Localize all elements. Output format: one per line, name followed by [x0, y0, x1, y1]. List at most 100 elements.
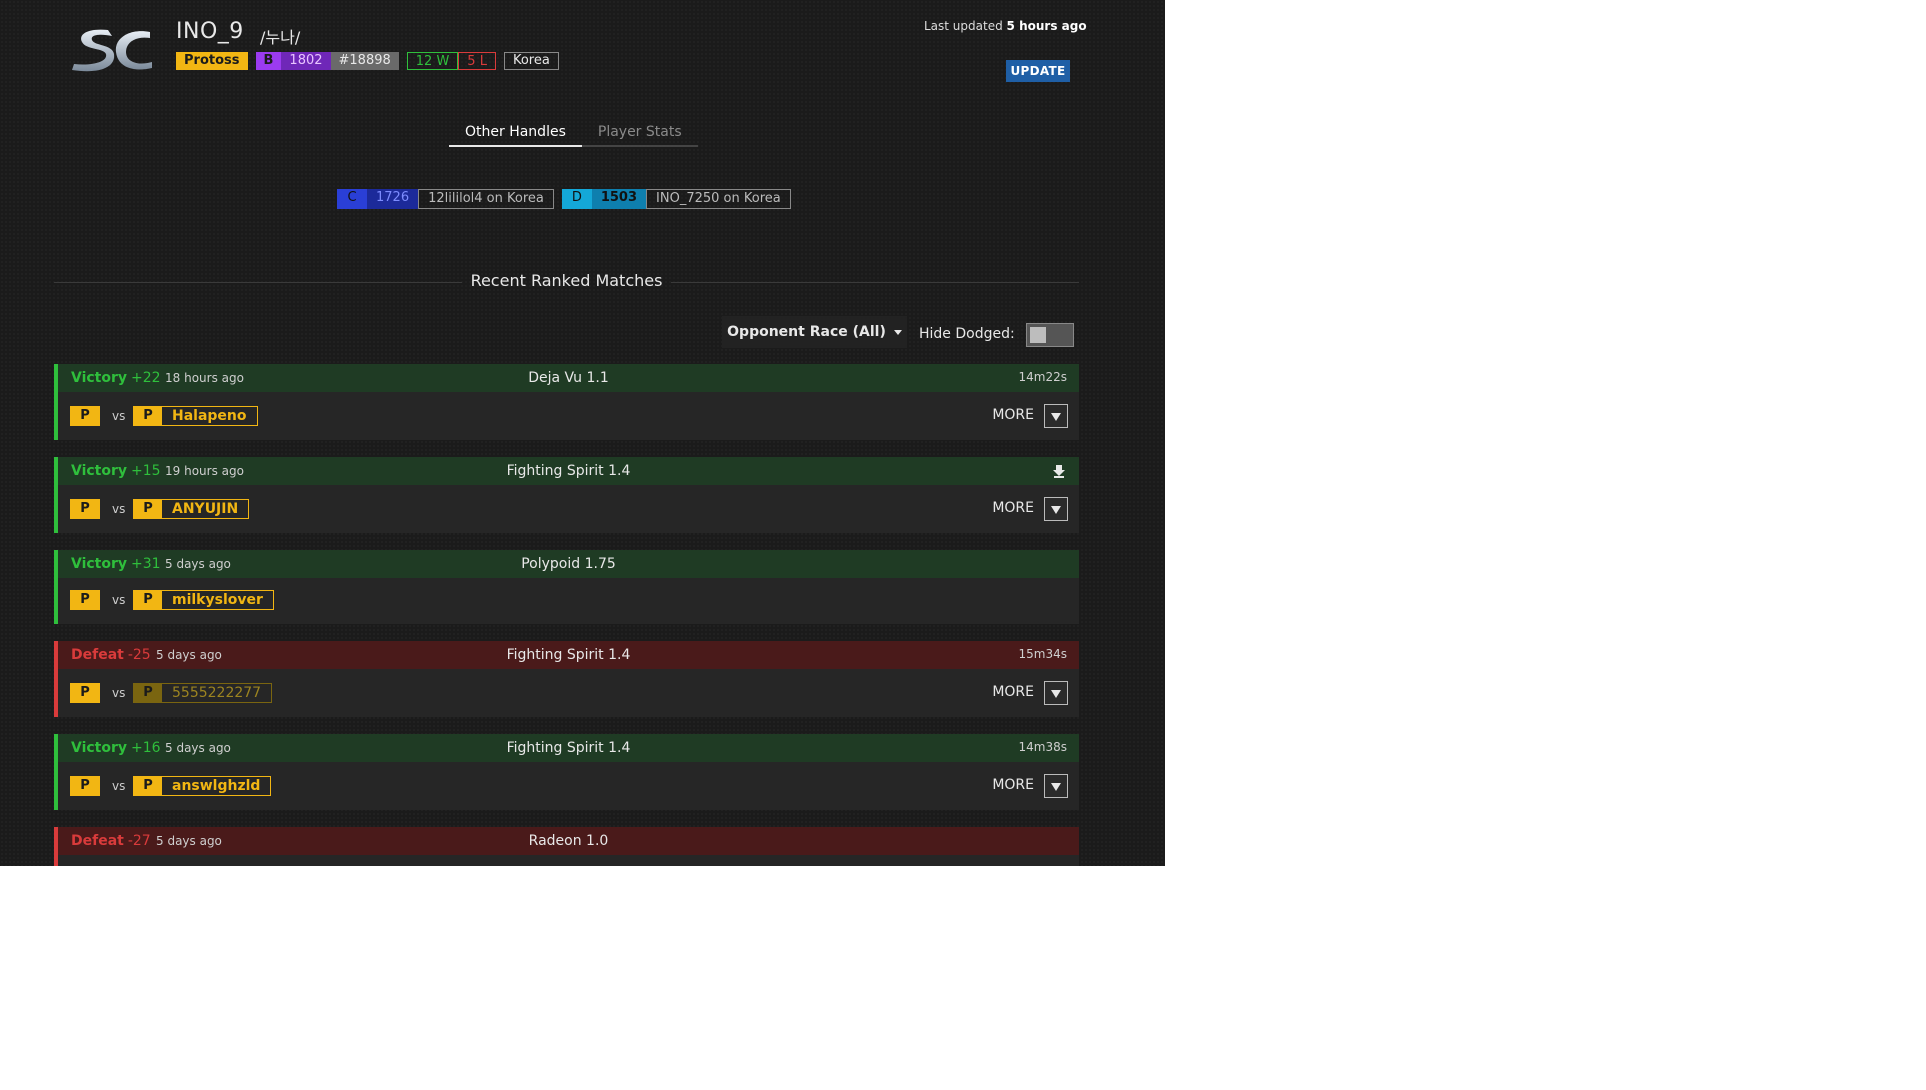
- more-label[interactable]: MORE: [992, 777, 1034, 793]
- rating-delta: +22: [131, 370, 161, 386]
- rating-delta: +15: [131, 463, 161, 479]
- rating-delta: +16: [131, 740, 161, 756]
- opponent-race-dropdown[interactable]: Opponent Race (All): [722, 316, 907, 348]
- hide-dodged-label: Hide Dodged:: [919, 326, 1015, 342]
- region-badge: Korea: [503, 52, 559, 70]
- player-badges: Protoss B 1802 #18898 12 W 5 L Korea: [176, 52, 559, 70]
- result-text: Victory: [71, 463, 128, 479]
- player-name: INO_9: [176, 19, 244, 44]
- expand-button[interactable]: [1044, 681, 1068, 705]
- match-row: Victory +22 18 hours ago Deja Vu 1.1 14m2…: [54, 364, 1079, 440]
- expand-button[interactable]: [1044, 774, 1068, 798]
- opponent-race: P: [134, 407, 162, 425]
- opponent-race: P: [134, 500, 162, 518]
- match-row: Defeat -25 5 days ago Fighting Spirit 1.4…: [54, 641, 1079, 717]
- match-header: Victory +22 18 hours ago Deja Vu 1.1 14m2…: [58, 364, 1079, 392]
- losses-value: 5 L: [458, 52, 496, 70]
- race-badge: Protoss: [176, 52, 248, 70]
- opponent-badge[interactable]: P answlghzld: [133, 776, 272, 796]
- handle-name: 12lililol4 on Korea: [418, 189, 554, 209]
- handle-rating: 1503: [591, 189, 647, 209]
- match-row: Victory +31 5 days ago Polypoid 1.75 P vs…: [54, 550, 1079, 624]
- recent-matches-header: Recent Ranked Matches: [54, 271, 1079, 293]
- match-time: 5 days ago: [165, 557, 231, 571]
- opponent-badge[interactable]: P milkyslover: [133, 590, 274, 610]
- match-result: Victory +31: [71, 556, 161, 572]
- more-label[interactable]: MORE: [992, 407, 1034, 423]
- handle-item[interactable]: C 1726 12lililol4 on Korea: [337, 189, 554, 209]
- match-list: Victory +22 18 hours ago Deja Vu 1.1 14m2…: [54, 364, 1079, 866]
- vs-label: vs: [112, 686, 126, 700]
- match-time: 5 days ago: [156, 648, 222, 662]
- match-body: P vs P 5555222277 MORE: [58, 669, 1079, 717]
- result-text: Victory: [71, 740, 128, 756]
- match-body: P vs P milkyslover: [58, 578, 1079, 624]
- opponent-race-label: Opponent Race (All): [727, 324, 886, 340]
- hide-dodged-toggle[interactable]: [1026, 323, 1074, 347]
- tab-other-handles[interactable]: Other Handles: [449, 121, 582, 147]
- match-time: 19 hours ago: [165, 464, 244, 478]
- starcraft-logo-icon[interactable]: [68, 24, 154, 76]
- opponent-badge[interactable]: P 5555222277: [133, 683, 273, 703]
- vs-label: vs: [112, 502, 126, 516]
- last-updated-label: Last updated: [924, 19, 1003, 33]
- player-race-badge: P: [70, 406, 100, 426]
- player-race-badge: P: [70, 683, 100, 703]
- last-updated-value: 5 hours ago: [1006, 19, 1087, 33]
- match-result: Defeat -27: [71, 833, 151, 849]
- opponent-name: ANYUJIN: [172, 501, 239, 517]
- match-result: Defeat -25: [71, 647, 151, 663]
- rating-delta: -25: [127, 647, 151, 663]
- more-label[interactable]: MORE: [992, 500, 1034, 516]
- opponent-badge[interactable]: P Halapeno: [133, 406, 258, 426]
- player-race-badge: P: [70, 776, 100, 796]
- match-duration: 15m34s: [1018, 647, 1067, 661]
- match-header: Victory +16 5 days ago Fighting Spirit 1.…: [58, 734, 1079, 762]
- result-text: Victory: [71, 556, 128, 572]
- player-alias: /누나/: [260, 28, 301, 47]
- handle-name: INO_7250 on Korea: [646, 189, 791, 209]
- profile-tabs: Other Handles Player Stats: [449, 121, 698, 147]
- result-text: Victory: [71, 370, 128, 386]
- section-title: Recent Ranked Matches: [470, 271, 663, 290]
- match-duration: 14m22s: [1018, 370, 1067, 384]
- match-header: Defeat -27 5 days ago Radeon 1.0: [58, 827, 1079, 855]
- rating-delta: -27: [127, 833, 151, 849]
- handle-rating: 1726: [367, 189, 419, 209]
- match-header: Victory +31 5 days ago Polypoid 1.75: [58, 550, 1079, 578]
- match-header: Defeat -25 5 days ago Fighting Spirit 1.4…: [58, 641, 1079, 669]
- opponent-name: answlghzld: [172, 778, 261, 794]
- expand-button[interactable]: [1044, 497, 1068, 521]
- replay-icon[interactable]: [1051, 463, 1067, 479]
- tab-player-stats[interactable]: Player Stats: [581, 121, 698, 147]
- handle-item[interactable]: D 1503 INO_7250 on Korea: [561, 189, 791, 209]
- update-button[interactable]: UPDATE: [1006, 60, 1070, 82]
- match-body: P vs P answlghzld MORE: [58, 762, 1079, 810]
- chevron-down-icon: [1051, 783, 1061, 791]
- match-row: Victory +15 19 hours ago Fighting Spirit …: [54, 457, 1079, 533]
- caret-down-icon: [893, 329, 902, 335]
- match-time: 5 days ago: [156, 834, 222, 848]
- opponent-name: 5555222277: [172, 685, 262, 701]
- opponent-race: P: [134, 684, 162, 702]
- wins-value: 12 W: [406, 52, 459, 70]
- match-body: P vs P ANYUJIN MORE: [58, 485, 1079, 533]
- match-body: [58, 855, 1079, 866]
- more-label[interactable]: MORE: [992, 684, 1034, 700]
- expand-button[interactable]: [1044, 404, 1068, 428]
- last-updated: Last updated 5 hours ago: [924, 19, 1087, 33]
- league-badge: B 1802 #18898: [255, 52, 399, 70]
- win-loss-badge: 12 W 5 L: [406, 52, 496, 70]
- profile-page: INO_9 /누나/ Protoss B 1802 #18898 12 W 5 …: [0, 0, 1165, 866]
- opponent-name: milkyslover: [172, 592, 263, 608]
- match-result: Victory +15: [71, 463, 161, 479]
- handle-league: D: [561, 189, 592, 209]
- opponent-badge[interactable]: P ANYUJIN: [133, 499, 250, 519]
- vs-label: vs: [112, 409, 126, 423]
- rank-value: #18898: [330, 52, 399, 70]
- opponent-name: Halapeno: [172, 408, 247, 424]
- opponent-race: P: [134, 591, 162, 609]
- rating-value: 1802: [281, 52, 331, 70]
- match-result: Victory +22: [71, 370, 161, 386]
- player-race-badge: P: [70, 499, 100, 519]
